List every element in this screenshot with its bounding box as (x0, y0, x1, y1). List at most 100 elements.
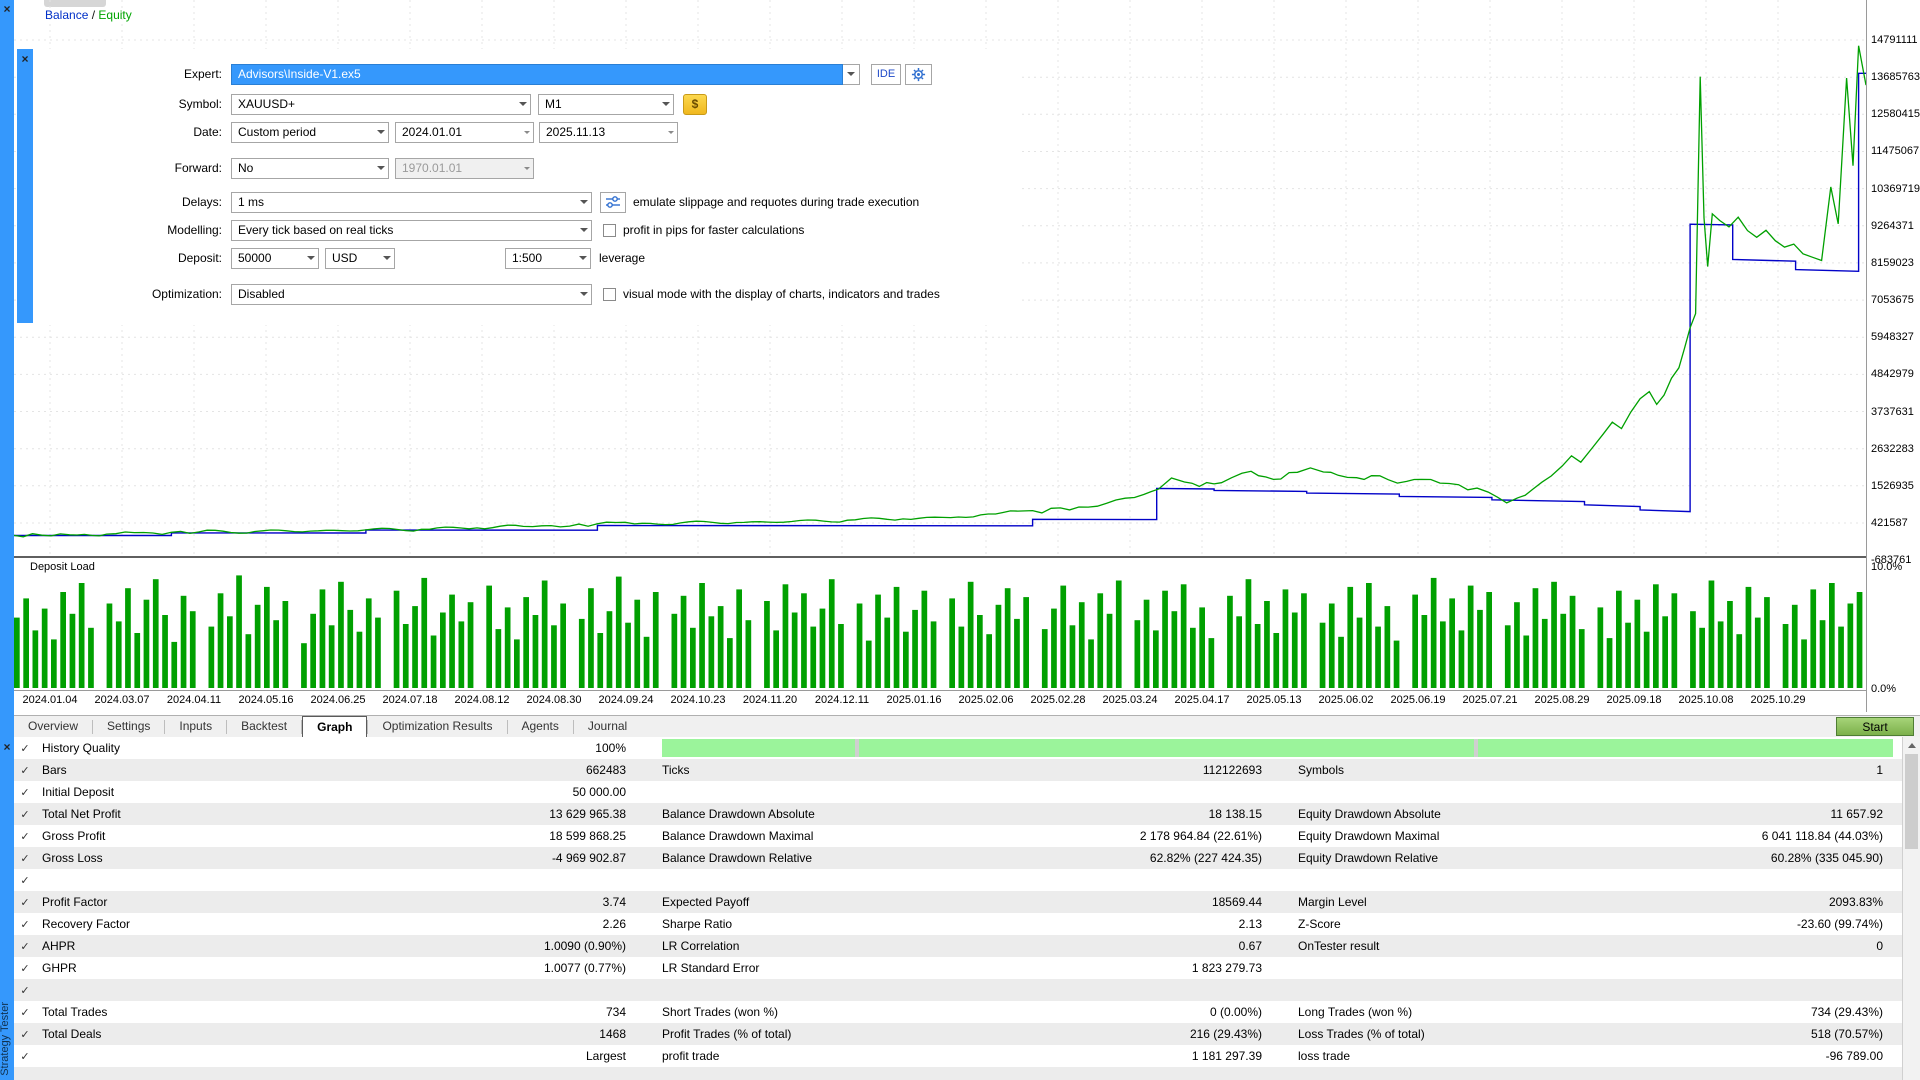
date-to-field[interactable]: 2025.11.13 (539, 122, 678, 143)
stats-row[interactable]: ✓Gross Profit18 599 868.25Balance Drawdo… (14, 825, 1903, 847)
date-mode-value: Custom period (238, 125, 316, 139)
delays-label: Delays: (33, 195, 231, 209)
check-icon: ✓ (14, 896, 36, 909)
stats-row[interactable]: ✓Largestprofit trade1 181 297.39loss tra… (14, 1045, 1903, 1067)
scrollbar-thumb[interactable] (1905, 754, 1918, 849)
tab-optimization-results[interactable]: Optimization Results (368, 716, 506, 738)
symbol-select[interactable]: XAUUSD+ (231, 94, 531, 115)
y-axis-label: 9264371 (1871, 220, 1914, 232)
stat-label: Equity Drawdown Absolute (1262, 807, 1578, 821)
check-icon: ✓ (14, 1028, 36, 1041)
check-icon: ✓ (14, 984, 36, 997)
stat-value: 60.28% (335 045.90) (1578, 851, 1883, 865)
expert-dropdown-button[interactable] (843, 64, 860, 85)
stats-row[interactable]: ✓ (14, 979, 1903, 1001)
chevron-down-icon (847, 72, 855, 76)
stat-value: 518 (70.57%) (1578, 1027, 1883, 1041)
leverage-select[interactable]: 1:500 (505, 248, 591, 269)
tabs-container: OverviewSettingsInputsBacktestGraphOptim… (14, 716, 641, 738)
tab-backtest[interactable]: Backtest (227, 716, 301, 738)
stat-value: 112122693 (1002, 763, 1262, 777)
vertical-scrollbar[interactable] (1902, 737, 1920, 1080)
forward-mode-select[interactable]: No (231, 158, 389, 179)
delays-note: emulate slippage and requotes during tra… (633, 195, 919, 209)
visual-mode-checkbox[interactable] (603, 288, 616, 301)
stats-row[interactable]: ✓History Quality100% (14, 737, 1903, 759)
date-row: Date: Custom period 2024.01.01 2025.11.1… (33, 121, 678, 143)
x-axis-date: 2025.06.02 (1310, 694, 1382, 706)
deposit-amount-select[interactable]: 50000 (231, 248, 319, 269)
stats-row[interactable]: ✓Total Trades734Short Trades (won %)0 (0… (14, 1001, 1903, 1023)
slippage-settings-button[interactable] (600, 192, 626, 213)
date-from-field[interactable]: 2024.01.01 (395, 122, 534, 143)
deposit-load-chart[interactable] (14, 558, 1866, 690)
check-icon: ✓ (14, 830, 36, 843)
stat-label: profit trade (626, 1049, 1002, 1063)
spinner-icon (524, 131, 530, 134)
stat-label: Long Trades (won %) (1262, 1005, 1578, 1019)
start-button[interactable]: Start (1836, 717, 1914, 736)
forward-mode-value: No (238, 161, 253, 175)
x-axis-date: 2025.06.19 (1382, 694, 1454, 706)
stats-row[interactable]: ✓Total Deals1468Profit Trades (% of tota… (14, 1023, 1903, 1045)
spinner-icon (524, 167, 530, 170)
date-mode-select[interactable]: Custom period (231, 122, 389, 143)
stat-value: 6 041 118.84 (44.03%) (1578, 829, 1883, 843)
stat-value: -23.60 (99.74%) (1578, 917, 1883, 931)
y-axis-label: 12580415 (1871, 108, 1920, 120)
stats-row[interactable]: ✓Gross Loss-4 969 902.87Balance Drawdown… (14, 847, 1903, 869)
stats-row[interactable]: ✓Initial Deposit50 000.00 (14, 781, 1903, 803)
y-axis-label: 4842979 (1871, 368, 1914, 380)
stat-label: AHPR (36, 939, 416, 953)
stats-row[interactable]: ✓AHPR1.0090 (0.90%)LR Correlation0.67OnT… (14, 935, 1903, 957)
stat-label: LR Correlation (626, 939, 1002, 953)
stats-row[interactable]: ✓Bars662483Ticks112122693Symbols1 (14, 759, 1903, 781)
close-icon[interactable]: × (0, 2, 14, 17)
x-axis-date: 2025.05.13 (1238, 694, 1310, 706)
results-close-icon[interactable]: × (0, 740, 14, 755)
y-axis-label: 11475067 (1871, 145, 1919, 157)
y-axis-label: 1526935 (1871, 480, 1914, 492)
settings-close-icon[interactable]: × (17, 52, 33, 67)
stat-value: 100% (416, 741, 626, 755)
check-icon: ✓ (14, 808, 36, 821)
stat-value: 1.0090 (0.90%) (416, 939, 626, 953)
tab-inputs[interactable]: Inputs (165, 716, 226, 738)
delays-select[interactable]: 1 ms (231, 192, 592, 213)
stats-row[interactable]: ✓GHPR1.0077 (0.77%)LR Standard Error1 82… (14, 957, 1903, 979)
stat-value: 11 657.92 (1578, 807, 1883, 821)
optimization-select[interactable]: Disabled (231, 284, 592, 305)
modelling-select[interactable]: Every tick based on real ticks (231, 220, 592, 241)
chevron-up-icon (1908, 743, 1916, 748)
x-axis-date: 2025.07.21 (1454, 694, 1526, 706)
expert-properties-button[interactable] (905, 64, 932, 85)
profit-in-pips-checkbox[interactable] (603, 224, 616, 237)
dollar-icon: $ (692, 97, 699, 111)
stats-row[interactable]: ✓Total Net Profit13 629 965.38Balance Dr… (14, 803, 1903, 825)
stat-value: 13 629 965.38 (416, 807, 626, 821)
x-axis-date: 2025.09.18 (1598, 694, 1670, 706)
stats-row[interactable]: ✓ (14, 869, 1903, 891)
x-axis-date: 2024.11.20 (734, 694, 806, 706)
tab-settings[interactable]: Settings (93, 716, 164, 738)
partial-row (14, 1067, 1903, 1080)
tab-overview[interactable]: Overview (14, 716, 92, 738)
tab-agents[interactable]: Agents (508, 716, 573, 738)
date-from-value: 2024.01.01 (402, 125, 462, 139)
tab-graph[interactable]: Graph (302, 716, 367, 738)
scroll-up-button[interactable] (1903, 737, 1920, 753)
y-axis-label: 8159023 (1871, 257, 1914, 269)
check-icon: ✓ (14, 786, 36, 799)
deposit-currency-select[interactable]: USD (325, 248, 395, 269)
stat-value: -4 969 902.87 (416, 851, 626, 865)
period-select[interactable]: M1 (538, 94, 674, 115)
stat-label: Gross Loss (36, 851, 416, 865)
ide-button[interactable]: IDE (871, 64, 901, 85)
expert-input[interactable]: Advisors\Inside-V1.ex5 (231, 64, 843, 85)
symbol-info-button[interactable]: $ (683, 94, 707, 115)
tab-journal[interactable]: Journal (574, 716, 641, 738)
deposit-row: Deposit: 50000 USD 1:500 leverage (33, 247, 645, 269)
stats-row[interactable]: ✓Recovery Factor2.26Sharpe Ratio2.13Z-Sc… (14, 913, 1903, 935)
stats-row[interactable]: ✓Profit Factor3.74Expected Payoff18569.4… (14, 891, 1903, 913)
chevron-down-icon (662, 102, 670, 106)
